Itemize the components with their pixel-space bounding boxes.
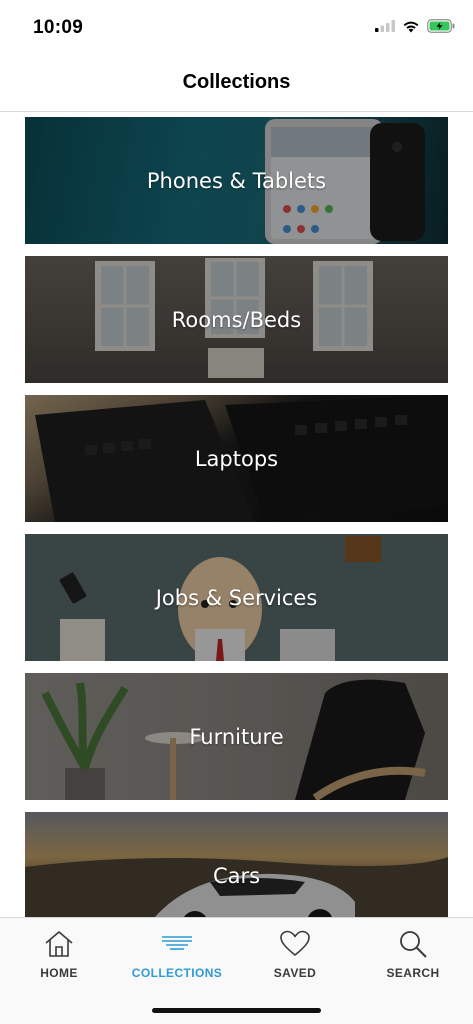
collection-card-phones-tablets[interactable]: Phones & Tablets xyxy=(25,117,448,244)
collection-card-jobs-services[interactable]: Jobs & Services xyxy=(25,534,448,661)
wifi-icon xyxy=(403,21,419,32)
collection-card-furniture[interactable]: Furniture xyxy=(25,673,448,800)
home-indicator[interactable] xyxy=(152,1008,321,1013)
collection-label: Rooms/Beds xyxy=(171,307,302,332)
nav-bar: Collections xyxy=(0,52,473,112)
collection-card-rooms-beds[interactable]: Rooms/Beds xyxy=(25,256,448,383)
tab-search-label: SEARCH xyxy=(386,966,440,980)
search-icon xyxy=(400,931,427,958)
heart-icon xyxy=(280,930,310,956)
battery-icon xyxy=(427,19,455,33)
collections-icon xyxy=(162,936,192,950)
collection-card-laptops[interactable]: Laptops xyxy=(25,395,448,522)
collection-label: Cars xyxy=(212,863,261,888)
status-bar: 10:09 xyxy=(0,0,473,52)
collections-list[interactable]: Phones & Tablets Rooms/Beds Laptops Jobs… xyxy=(25,117,448,917)
tab-saved-label: SAVED xyxy=(273,966,317,980)
tab-collections[interactable]: COLLECTIONS xyxy=(118,918,236,988)
status-time: 10:09 xyxy=(33,17,84,38)
tab-saved[interactable]: SAVED xyxy=(236,918,354,988)
collection-label: Furniture xyxy=(189,724,284,749)
collection-label: Phones & Tablets xyxy=(146,168,327,193)
status-icons xyxy=(375,19,455,33)
home-icon xyxy=(45,931,73,957)
tab-home[interactable]: HOME xyxy=(0,918,118,988)
tab-search[interactable]: SEARCH xyxy=(354,918,472,988)
collection-label: Laptops xyxy=(194,446,279,471)
collection-card-cars[interactable]: Cars xyxy=(25,812,448,917)
page-title: Collections xyxy=(182,71,291,93)
tab-home-label: HOME xyxy=(40,966,78,980)
tab-collections-label: COLLECTIONS xyxy=(131,966,223,980)
collection-label: Jobs & Services xyxy=(155,585,318,610)
signal-icon xyxy=(375,20,395,32)
